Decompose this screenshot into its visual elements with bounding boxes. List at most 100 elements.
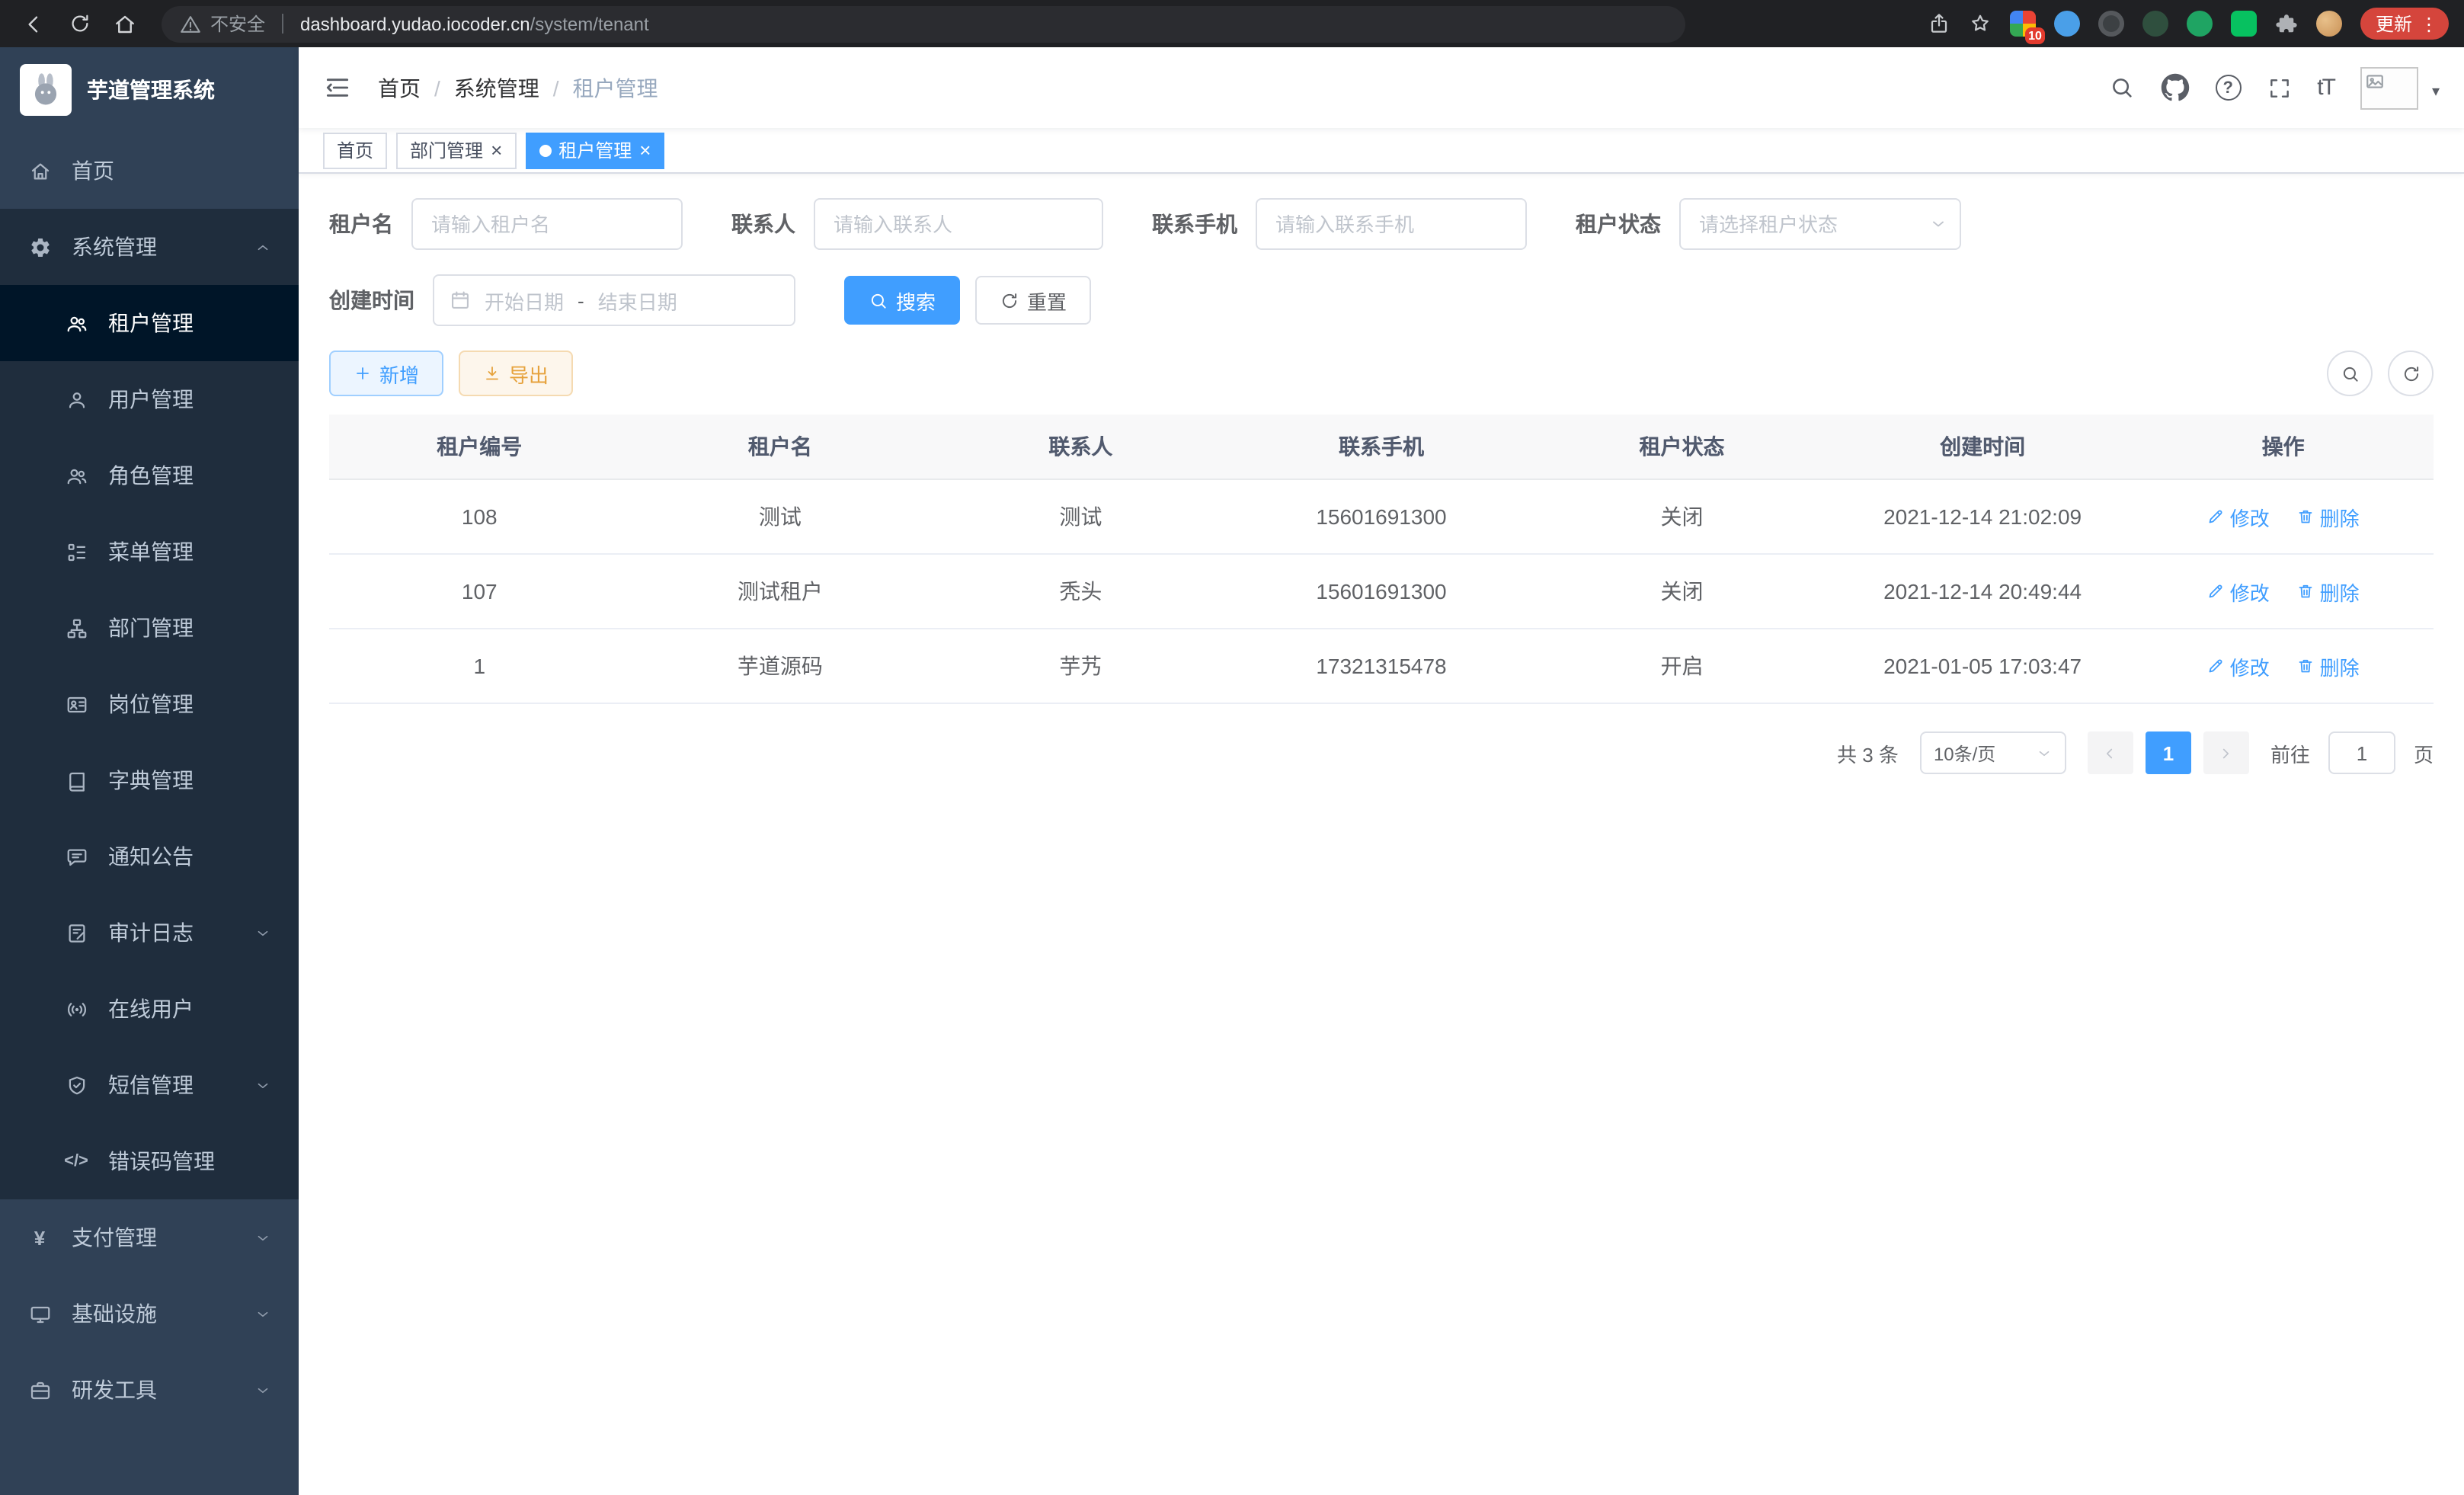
- sidebar-item-role[interactable]: 角色管理: [0, 437, 299, 514]
- export-button[interactable]: 导出: [459, 351, 573, 396]
- page: 不安全 dashboard.yudao.iocoder.cn/system/te…: [0, 0, 2464, 1495]
- breadcrumb-separator: /: [434, 75, 440, 100]
- close-icon[interactable]: ×: [639, 140, 651, 160]
- fullscreen-icon[interactable]: [2267, 75, 2291, 100]
- security-warning-icon[interactable]: [180, 13, 201, 34]
- header-search-icon[interactable]: [2108, 75, 2134, 101]
- extension-icon-4[interactable]: [2142, 11, 2168, 37]
- breadcrumb-system[interactable]: 系统管理: [454, 72, 539, 103]
- goto-page-input[interactable]: [2328, 731, 2395, 774]
- cell-id: 1: [329, 629, 630, 703]
- page-number-1[interactable]: 1: [2146, 731, 2191, 774]
- tag-label: 部门管理: [410, 137, 483, 163]
- extension-icon-1[interactable]: 10: [2010, 11, 2036, 37]
- cell-contact: 秃头: [930, 554, 1231, 629]
- close-icon[interactable]: ×: [491, 140, 502, 160]
- menu-label: 租户管理: [108, 308, 194, 338]
- yen-icon: ¥: [27, 1225, 52, 1250]
- breadcrumb-home[interactable]: 首页: [378, 72, 421, 103]
- cell-mobile: 17321315478: [1231, 629, 1532, 703]
- cell-contact: 芋艿: [930, 629, 1231, 703]
- bookmark-star-icon[interactable]: [1969, 12, 1992, 35]
- extensions-puzzle-icon[interactable]: [2275, 12, 2298, 35]
- sidebar-item-dict[interactable]: 字典管理: [0, 742, 299, 818]
- breadcrumb-separator: /: [553, 75, 559, 100]
- page-unit-label: 页: [2414, 738, 2434, 767]
- address-bar[interactable]: 不安全 dashboard.yudao.iocoder.cn/system/te…: [162, 5, 1685, 42]
- sidebar-item-sms[interactable]: 短信管理: [0, 1047, 299, 1123]
- sidebar-item-tenant[interactable]: 租户管理: [0, 285, 299, 361]
- sidebar-item-dev-tools[interactable]: 研发工具: [0, 1352, 299, 1428]
- extension-icon-2[interactable]: [2054, 11, 2080, 37]
- menu-label: 部门管理: [108, 613, 194, 643]
- tag-tenant-active[interactable]: 租户管理 ×: [525, 132, 664, 168]
- extension-icon-3[interactable]: [2098, 11, 2124, 37]
- browser-menu-dots-icon[interactable]: ⋮: [2420, 13, 2438, 34]
- sidebar-item-system[interactable]: 系统管理: [0, 209, 299, 285]
- help-icon[interactable]: ?: [2215, 75, 2241, 101]
- github-icon[interactable]: [2160, 73, 2189, 102]
- sidebar-item-post[interactable]: 岗位管理: [0, 666, 299, 742]
- sidebar-item-infra[interactable]: 基础设施: [0, 1276, 299, 1352]
- col-tenant-name: 租户名: [630, 415, 931, 479]
- user-avatar[interactable]: [2360, 66, 2418, 109]
- chevron-down-icon: [254, 1305, 271, 1322]
- delete-button[interactable]: 删除: [2297, 651, 2360, 680]
- browser-update-button[interactable]: 更新 ⋮: [2360, 8, 2449, 40]
- sidebar-item-user[interactable]: 用户管理: [0, 361, 299, 437]
- mobile-input[interactable]: [1256, 198, 1527, 250]
- sidebar-item-notice[interactable]: 通知公告: [0, 818, 299, 895]
- sidebar-item-home[interactable]: 首页: [0, 133, 299, 209]
- toolbox-icon: [27, 1378, 52, 1402]
- refresh-table-button[interactable]: [2388, 351, 2434, 396]
- sidebar-menu: 首页 系统管理: [0, 133, 299, 1428]
- tenant-name-input[interactable]: [411, 198, 683, 250]
- chevron-down-icon: [254, 1077, 271, 1093]
- sidebar-item-error-code[interactable]: </> 错误码管理: [0, 1123, 299, 1199]
- menu-label: 岗位管理: [108, 689, 194, 719]
- tag-home[interactable]: 首页: [323, 132, 387, 168]
- date-range-picker[interactable]: 开始日期 - 结束日期: [433, 274, 795, 326]
- add-button[interactable]: 新增: [329, 351, 443, 396]
- browser-back-icon[interactable]: [15, 5, 52, 42]
- reset-button[interactable]: 重置: [975, 276, 1091, 325]
- edit-button[interactable]: 修改: [2207, 651, 2270, 680]
- browser-home-icon[interactable]: [107, 5, 143, 42]
- profile-avatar-icon[interactable]: [2316, 11, 2342, 37]
- contact-input[interactable]: [814, 198, 1103, 250]
- menu-label: 菜单管理: [108, 536, 194, 567]
- sidebar-item-audit-log[interactable]: 审计日志: [0, 895, 299, 971]
- next-page-button[interactable]: [2203, 731, 2249, 774]
- sidebar-item-dept[interactable]: 部门管理: [0, 590, 299, 666]
- delete-button[interactable]: 删除: [2297, 577, 2360, 606]
- collapse-sidebar-icon[interactable]: [323, 73, 352, 102]
- prev-page-button[interactable]: [2088, 731, 2133, 774]
- sidebar-item-pay[interactable]: ¥ 支付管理: [0, 1199, 299, 1276]
- browser-refresh-icon[interactable]: [61, 5, 98, 42]
- sidebar-item-menu[interactable]: 菜单管理: [0, 514, 299, 590]
- search-label: 搜索: [896, 286, 936, 315]
- menu-label: 短信管理: [108, 1070, 194, 1100]
- extension-icon-5[interactable]: [2187, 11, 2213, 37]
- share-icon[interactable]: [1928, 12, 1950, 35]
- export-label: 导出: [509, 359, 549, 388]
- sidebar-item-online-user[interactable]: 在线用户: [0, 971, 299, 1047]
- extension-icon-6[interactable]: [2231, 11, 2257, 37]
- toggle-search-button[interactable]: [2327, 351, 2373, 396]
- edit-button[interactable]: 修改: [2207, 577, 2270, 606]
- font-size-icon[interactable]: tT: [2317, 75, 2334, 101]
- caret-down-icon[interactable]: ▾: [2432, 83, 2440, 100]
- edit-button[interactable]: 修改: [2207, 502, 2270, 531]
- toolbar-row: 新增 导出: [329, 351, 2434, 396]
- status-select[interactable]: [1679, 198, 1961, 250]
- tag-dept[interactable]: 部门管理 ×: [396, 132, 516, 168]
- app-logo[interactable]: 芋道管理系统: [0, 47, 299, 133]
- page-size-value[interactable]: [1920, 731, 2066, 774]
- search-button[interactable]: 搜索: [844, 276, 960, 325]
- update-label: 更新: [2376, 11, 2412, 37]
- menu-label: 首页: [72, 155, 114, 186]
- filter-row-1: 租户名 联系人 联系手机: [329, 198, 2434, 250]
- delete-button[interactable]: 删除: [2297, 502, 2360, 531]
- page-size-select[interactable]: [1920, 731, 2066, 774]
- chevron-up-icon: [254, 238, 271, 255]
